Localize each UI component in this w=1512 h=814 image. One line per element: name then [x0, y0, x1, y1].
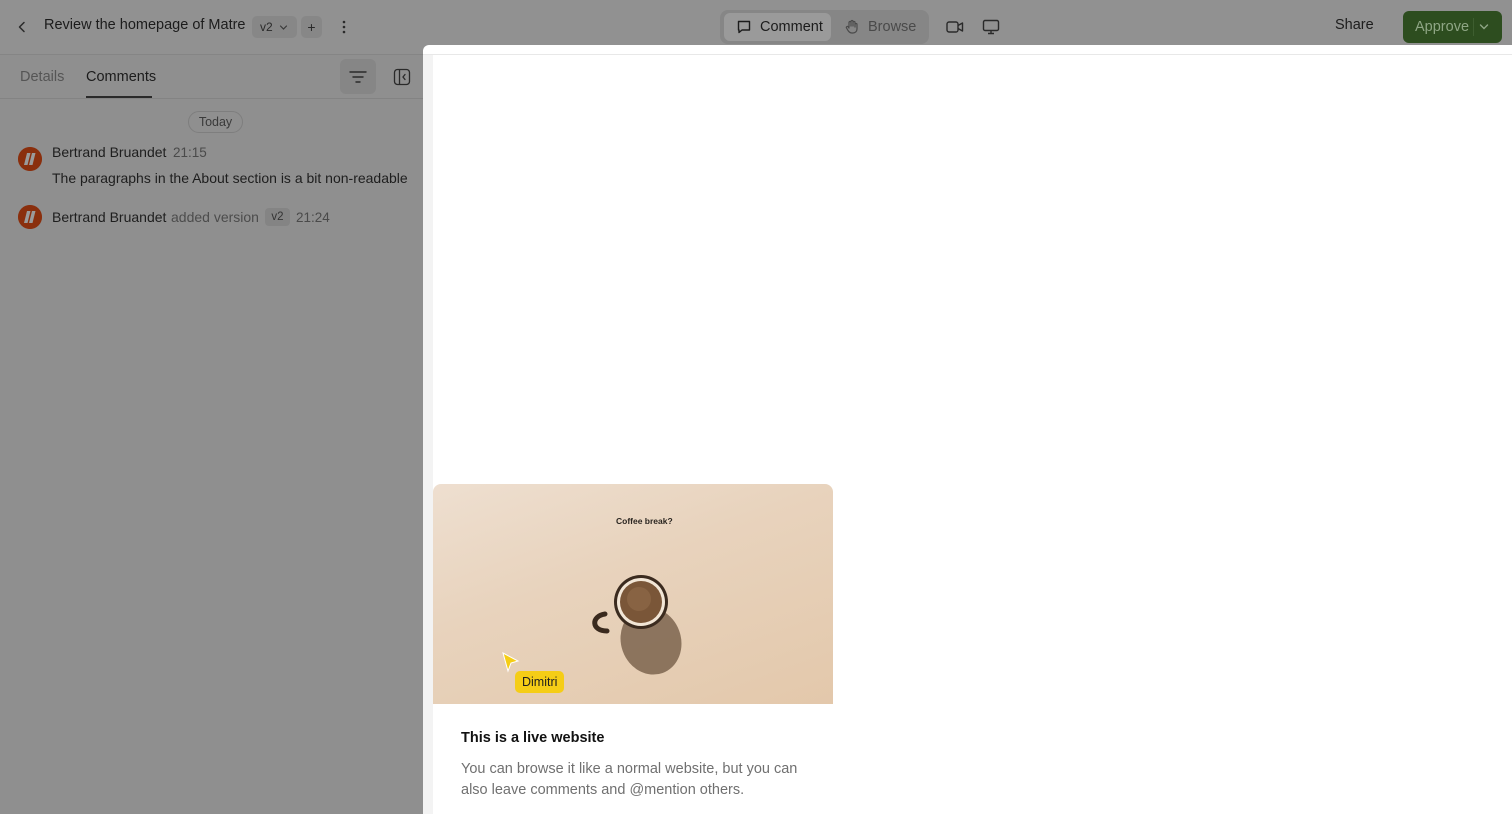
- onboarding-title: This is a live website: [461, 730, 605, 746]
- sidebar: Details Comments Today Bertrand Bruandet…: [0, 54, 432, 814]
- mode-switch: Comment Browse: [720, 10, 929, 44]
- coffee-mug-icon: [592, 575, 682, 675]
- user-avatar-icon: [18, 205, 42, 229]
- onboarding-illustration: Coffee break? Dimitri: [433, 484, 833, 704]
- tab-comments[interactable]: Comments: [86, 69, 156, 85]
- more-options-button[interactable]: [334, 16, 354, 38]
- hand-icon: [845, 19, 858, 34]
- approve-button[interactable]: Approve: [1403, 11, 1502, 43]
- sidebar-tabs: Details Comments: [0, 55, 432, 99]
- comment-mode-button[interactable]: Comment: [724, 13, 831, 41]
- more-vertical-icon: [342, 20, 346, 34]
- illustration-caption: Coffee break?: [616, 516, 673, 526]
- avatar: [18, 205, 42, 229]
- approve-label: Approve: [1415, 19, 1470, 35]
- chevron-left-icon: [18, 21, 25, 33]
- user-avatar-icon: [18, 147, 42, 171]
- comment-mode-label: Comment: [760, 19, 823, 35]
- record-video-button[interactable]: [944, 17, 966, 37]
- page-title: Review the homepage of Matre: [44, 17, 246, 33]
- preview-gutter: [423, 55, 433, 814]
- chevron-down-icon: [279, 24, 287, 30]
- preview-divider: [423, 54, 1512, 55]
- device-preview-button[interactable]: [980, 17, 1002, 37]
- comment-author: Bertrand Bruandet: [52, 144, 167, 160]
- approve-divider: [1473, 18, 1474, 36]
- comment-icon: [737, 20, 751, 34]
- onboarding-description: You can browse it like a normal website,…: [461, 761, 798, 798]
- cursor-user-tag: Dimitri: [515, 671, 565, 693]
- activity-time: 21:24: [296, 210, 330, 225]
- onboarding-card: Coffee break? Dimitri This is a live web…: [433, 484, 833, 814]
- back-button[interactable]: [12, 17, 32, 37]
- tab-details[interactable]: Details: [20, 69, 64, 85]
- chevron-down-icon[interactable]: [1479, 22, 1489, 32]
- version-selector[interactable]: v2: [252, 16, 297, 38]
- add-version-button[interactable]: +: [301, 16, 322, 38]
- version-label: v2: [260, 20, 273, 34]
- desktop-icon: [982, 19, 1000, 35]
- avatar: [18, 147, 42, 171]
- comment-body: The paragraphs in the About section is a…: [52, 170, 408, 186]
- filter-button[interactable]: [340, 59, 376, 94]
- version-badge: v2: [265, 208, 290, 226]
- video-camera-icon: [946, 21, 964, 33]
- active-tab-indicator: [86, 96, 152, 98]
- browse-mode-button[interactable]: Browse: [838, 13, 926, 41]
- share-button[interactable]: Share: [1335, 17, 1374, 33]
- browse-mode-label: Browse: [868, 19, 917, 35]
- sidebar-collapse-icon: [393, 68, 411, 86]
- collapse-sidebar-button[interactable]: [392, 67, 412, 87]
- filter-icon: [349, 70, 367, 83]
- activity-author: Bertrand Bruandet: [52, 209, 167, 225]
- date-separator: Today: [188, 111, 243, 133]
- comment-time: 21:15: [173, 145, 207, 160]
- activity-action: added version: [171, 209, 259, 225]
